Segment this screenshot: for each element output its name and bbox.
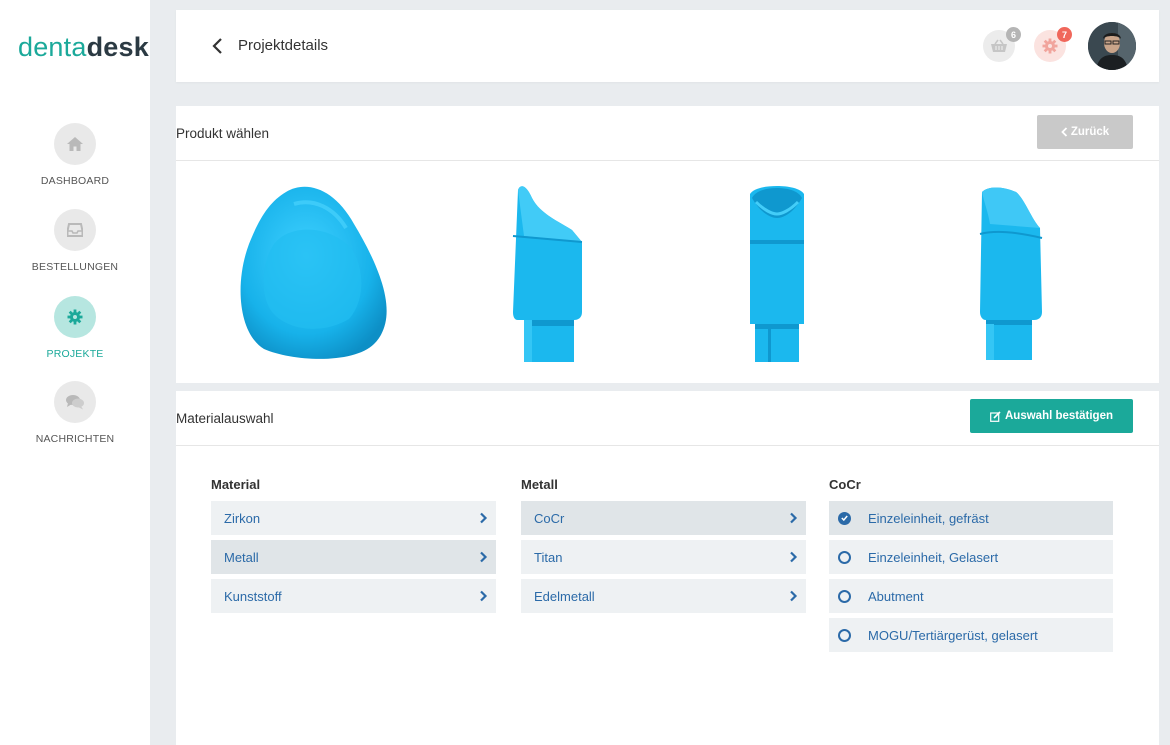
- top-bar: Projektdetails 6 7: [176, 10, 1159, 82]
- option-label: Einzeleinheit, Gelasert: [868, 549, 999, 565]
- cocr-option-einzeleinheit-gefraest[interactable]: Einzeleinheit, gefräst: [829, 501, 1113, 535]
- sidebar-item-projekte[interactable]: PROJEKTE: [0, 296, 150, 360]
- home-icon: [54, 123, 96, 165]
- radio-icon[interactable]: [838, 589, 851, 603]
- chevron-right-icon: [480, 590, 488, 602]
- gear-icon: [54, 296, 96, 338]
- option-label: Zirkon: [224, 510, 261, 526]
- sidebar-item-label: PROJEKTE: [46, 348, 104, 360]
- chevron-right-icon: [790, 512, 798, 524]
- material-card-header: Materialauswahl Auswahl bestätigen: [176, 391, 1159, 446]
- logo-text-denta: denta: [18, 32, 87, 62]
- option-label: Metall: [224, 549, 259, 565]
- cart-button[interactable]: 6: [983, 27, 1021, 62]
- product-abutment-side[interactable]: [510, 184, 590, 369]
- product-abutment-front[interactable]: [746, 184, 808, 369]
- sidebar-item-label: NACHRICHTEN: [35, 433, 115, 445]
- material-section-title: Materialauswahl: [176, 411, 274, 426]
- chevron-right-icon: [790, 590, 798, 602]
- sidebar-item-dashboard[interactable]: DASHBOARD: [0, 123, 150, 187]
- user-avatar[interactable]: [1088, 22, 1136, 70]
- chevron-left-icon: [1061, 127, 1067, 137]
- product-section-title: Produkt wählen: [176, 126, 270, 141]
- chat-bubbles-icon: [54, 381, 96, 423]
- material-selection-card: Materialauswahl Auswahl bestätigen Mater…: [176, 391, 1159, 745]
- sidebar: dentadesk DASHBOARD BESTELLUNGEN PROJEKT…: [0, 0, 150, 745]
- radio-icon[interactable]: [838, 550, 851, 564]
- confirm-selection-label: Auswahl bestätigen: [1005, 410, 1113, 422]
- chevron-right-icon: [480, 512, 488, 524]
- product-selection-card: Produkt wählen Zurück: [176, 106, 1159, 383]
- radio-icon[interactable]: [838, 628, 851, 642]
- confirm-selection-button[interactable]: Auswahl bestätigen: [970, 399, 1133, 433]
- product-abutment-angled[interactable]: [976, 184, 1046, 369]
- option-label: Einzeleinheit, gefräst: [868, 510, 989, 526]
- metal-option-cocr[interactable]: CoCr: [521, 501, 806, 535]
- sidebar-item-bestellungen[interactable]: BESTELLUNGEN: [0, 209, 150, 273]
- option-label: Titan: [534, 549, 563, 565]
- metal-column: Metall CoCr Titan Edelmetall: [521, 477, 806, 618]
- product-crown[interactable]: [234, 184, 394, 367]
- sidebar-item-label: DASHBOARD: [40, 175, 110, 187]
- metal-option-edelmetall[interactable]: Edelmetall: [521, 579, 806, 613]
- edit-icon: [990, 410, 1001, 422]
- option-label: MOGU/Tertiärgerüst, gelasert: [868, 627, 1038, 643]
- inbox-icon: [54, 209, 96, 251]
- page-title: Projektdetails: [238, 37, 329, 54]
- option-label: Abutment: [868, 588, 924, 604]
- material-option-zirkon[interactable]: Zirkon: [211, 501, 496, 535]
- material-option-metall[interactable]: Metall: [211, 540, 496, 574]
- back-chevron-icon[interactable]: [210, 36, 226, 56]
- metal-option-titan[interactable]: Titan: [521, 540, 806, 574]
- option-label: Edelmetall: [534, 588, 595, 604]
- settings-count-badge: 7: [1057, 27, 1072, 42]
- material-column: Material Zirkon Metall Kunststoff: [211, 477, 496, 618]
- gear-icon: [1042, 38, 1058, 54]
- column-heading-material: Material: [211, 477, 261, 492]
- chevron-right-icon: [480, 551, 488, 563]
- cocr-option-einzeleinheit-gelasert[interactable]: Einzeleinheit, Gelasert: [829, 540, 1113, 574]
- radio-checked-icon[interactable]: [838, 511, 851, 525]
- material-option-kunststoff[interactable]: Kunststoff: [211, 579, 496, 613]
- cocr-column: CoCr Einzeleinheit, gefräst Einzeleinhei…: [829, 477, 1113, 657]
- sidebar-item-nachrichten[interactable]: NACHRICHTEN: [0, 381, 150, 445]
- column-heading-metall: Metall: [521, 477, 558, 492]
- cocr-option-abutment[interactable]: Abutment: [829, 579, 1113, 613]
- option-label: CoCr: [534, 510, 565, 526]
- settings-button[interactable]: 7: [1034, 27, 1072, 62]
- sidebar-item-label: BESTELLUNGEN: [31, 261, 119, 273]
- product-list: [176, 162, 1159, 382]
- back-button[interactable]: Zurück: [1037, 115, 1133, 149]
- app-logo[interactable]: dentadesk: [18, 32, 149, 63]
- logo-text-desk: desk: [86, 32, 149, 62]
- cart-count-badge: 6: [1006, 27, 1021, 42]
- cocr-option-mogu-tertiaergeruest[interactable]: MOGU/Tertiärgerüst, gelasert: [829, 618, 1113, 652]
- option-label: Kunststoff: [224, 588, 282, 604]
- chevron-right-icon: [790, 551, 798, 563]
- basket-icon: [991, 39, 1007, 52]
- back-button-label: Zurück: [1070, 126, 1110, 138]
- column-heading-cocr: CoCr: [829, 477, 861, 492]
- product-card-header: Produkt wählen Zurück: [176, 106, 1159, 161]
